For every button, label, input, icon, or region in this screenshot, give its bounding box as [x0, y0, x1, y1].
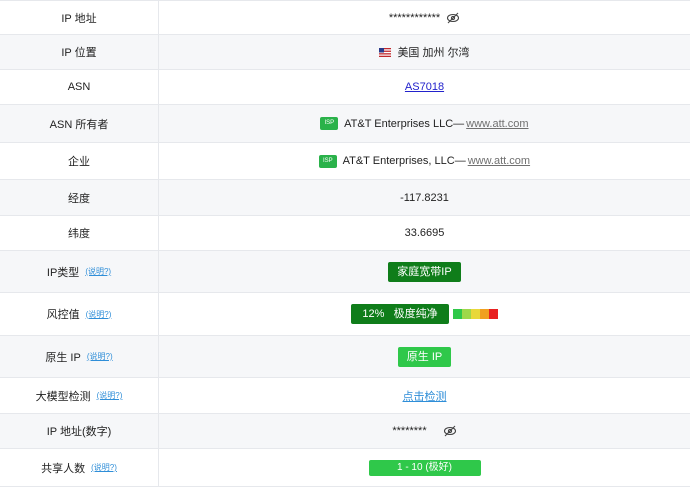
risk-scale-segment: [470, 309, 480, 319]
row-risk-score: 风控值 (说明?) 12% 极度纯净: [0, 293, 690, 336]
us-flag-icon: [379, 47, 392, 57]
risk-scale-bar: [452, 309, 498, 319]
ip-address-value: ************: [388, 11, 441, 24]
row-ip-type: IP类型 (说明?) 家庭宽带IP: [0, 251, 690, 293]
row-native-ip: 原生 IP (说明?) 原生 IP: [0, 336, 690, 378]
native-ip-help-link[interactable]: (说明?): [87, 351, 113, 362]
risk-score-help-link[interactable]: (说明?): [86, 309, 112, 320]
risk-scale-segment: [479, 309, 489, 319]
latitude-value: 33.6695: [404, 227, 445, 239]
row-longitude: 经度 -117.8231: [0, 180, 690, 216]
row-latitude: 纬度 33.6695: [0, 216, 690, 251]
row-llm-check: 大模型检测 (说明?) 点击检测: [0, 378, 690, 414]
row-ip-location: IP 位置 美国 加州 尔湾: [0, 35, 690, 70]
isp-tag: ISP: [320, 117, 339, 130]
native-ip-badge: 原生 IP: [397, 346, 452, 367]
ip-type-help-link[interactable]: (说明?): [85, 266, 111, 277]
isp-tag: ISP: [318, 154, 337, 168]
risk-scale-segment: [461, 309, 471, 319]
asn-owner-website-link[interactable]: www.att.com: [466, 118, 528, 130]
latitude-label: 纬度: [0, 216, 159, 250]
ip-numeric-value: ********: [392, 425, 427, 437]
company-website-link[interactable]: www.att.com: [468, 155, 530, 167]
row-asn: ASN AS7018: [0, 70, 690, 105]
row-shared-users: 共享人数 (说明?) 1 - 10 (极好): [0, 449, 690, 487]
risk-scale-segment: [488, 309, 498, 319]
llm-check-label: 大模型检测: [35, 390, 91, 403]
asn-link[interactable]: AS7018: [405, 81, 444, 93]
ip-numeric-label: IP 地址(数字): [0, 414, 159, 448]
asn-label: ASN: [0, 70, 159, 104]
shared-users-help-link[interactable]: (说明?): [91, 462, 117, 473]
risk-score-badge: 12% 极度纯净: [351, 304, 449, 324]
ip-type-badge: 家庭宽带IP: [388, 261, 461, 282]
row-company: 企业 ISP AT&T Enterprises, LLC— www.att.co…: [0, 143, 690, 180]
row-ip-address: IP 地址 ************: [0, 1, 690, 35]
asn-owner-label: ASN 所有者: [0, 105, 159, 142]
company-value: AT&T Enterprises, LLC—: [342, 155, 466, 167]
row-asn-owner: ASN 所有者 ISP AT&T Enterprises LLC— www.at…: [0, 105, 690, 143]
ip-location-label: IP 位置: [0, 35, 159, 69]
ip-address-label: IP 地址: [0, 1, 159, 34]
risk-score-label: 风控值: [46, 309, 80, 321]
company-label: 企业: [0, 143, 159, 179]
shared-users-badge: 1 - 10 (极好): [368, 459, 481, 476]
asn-owner-value: AT&T Enterprises LLC—: [344, 117, 465, 130]
eye-slash-icon[interactable]: [446, 12, 460, 24]
llm-check-help-link[interactable]: (说明?): [97, 390, 123, 401]
shared-users-label: 共享人数: [41, 462, 86, 475]
ip-type-label: IP类型: [46, 266, 80, 279]
llm-check-link[interactable]: 点击检测: [403, 388, 447, 404]
longitude-label: 经度: [0, 180, 159, 215]
native-ip-label: 原生 IP: [45, 351, 81, 364]
longitude-value: -117.8231: [400, 191, 449, 204]
ip-info-table: IP 地址 ************ IP 位置 美国 加州 尔湾 ASN AS…: [0, 0, 690, 487]
eye-slash-icon[interactable]: [443, 425, 457, 437]
risk-scale-segment: [452, 309, 462, 319]
row-ip-numeric: IP 地址(数字) ********: [0, 414, 690, 449]
ip-location-value: 美国 加州 尔湾: [397, 47, 470, 59]
